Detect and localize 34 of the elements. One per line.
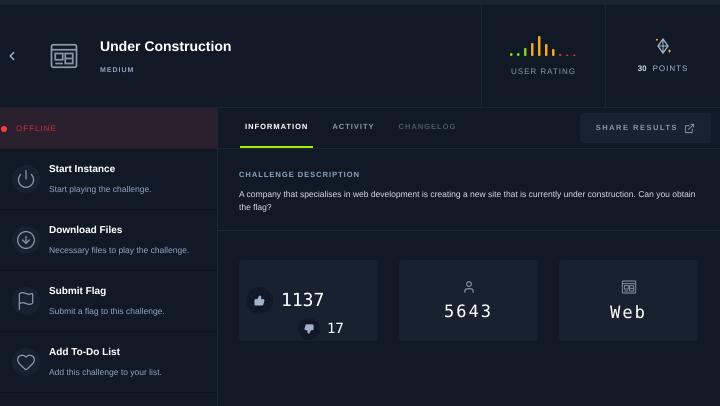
user-icon — [462, 280, 476, 294]
action-item[interactable]: Download Files Necessary files to play the challenge. — [0, 210, 217, 271]
power-icon — [16, 169, 36, 189]
user-rating-label: USER RATING — [510, 66, 576, 78]
thumbs-up-icon — [254, 295, 265, 306]
web-category-icon — [620, 279, 636, 296]
action-item[interactable]: Add To-Do List Add this challenge to your list. — [0, 332, 217, 393]
status-label: OFFLINE — [16, 122, 57, 134]
external-link-icon — [684, 122, 695, 134]
action-item[interactable]: Submit Flag Submit a flag to this challenge. — [0, 271, 217, 332]
dislikes-count: 17 — [327, 321, 344, 338]
web-category-icon — [49, 41, 79, 71]
action-subtitle: Start playing the challenge. — [49, 183, 152, 196]
action-title: Start Instance — [49, 163, 116, 178]
challenge-description: A company that specialises in web development is creating a new site that is currently under construction. Can you obtain the flag? — [239, 188, 696, 214]
points-emblem-icon — [655, 37, 671, 55]
category-name: Web — [610, 302, 647, 326]
thumbs-down-icon — [304, 324, 314, 334]
users-count: 5643 — [444, 301, 493, 324]
flag-icon — [16, 291, 36, 311]
action-subtitle: Submit a flag to this challenge. — [49, 305, 165, 318]
likes-count: 1137 — [281, 289, 324, 314]
action-title: Submit Flag — [49, 285, 108, 300]
action-subtitle: Necessary files to play the challenge. — [49, 244, 190, 257]
points-label: POINTS — [652, 63, 688, 75]
heart-icon — [16, 352, 36, 372]
action-title: Add To-Do List — [49, 346, 121, 360]
action-item[interactable]: Start Instance Start playing the challenge. — [0, 149, 217, 210]
rating-histogram-drawing — [510, 34, 578, 56]
challenge-title: Under Construction — [100, 36, 232, 56]
download-icon — [16, 230, 36, 250]
action-subtitle: Add this challenge to your list. — [49, 366, 162, 379]
points-value: 30 — [638, 63, 647, 75]
action-title: Download Files — [49, 224, 124, 238]
